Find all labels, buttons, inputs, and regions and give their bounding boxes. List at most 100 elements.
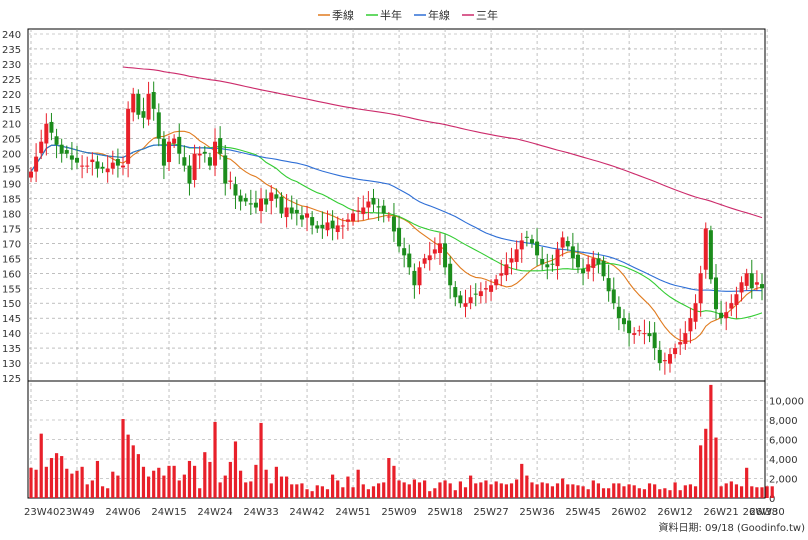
volume-bar <box>325 489 330 498</box>
ma-year-line <box>30 144 763 292</box>
candle-body <box>504 264 509 276</box>
volume-bar <box>433 488 437 498</box>
candle-body <box>422 258 427 264</box>
x-tick-label: 24W33 <box>243 507 278 518</box>
volume-bar <box>213 421 217 498</box>
candle-body <box>662 360 667 362</box>
price-tick-label: 240 <box>2 30 21 41</box>
volume-bar <box>765 486 769 498</box>
candle-body <box>673 348 678 355</box>
volume-bar <box>366 489 370 498</box>
volume-bar <box>453 490 457 498</box>
volume-bar <box>65 468 69 498</box>
candle-body <box>545 264 550 268</box>
candle-body <box>44 123 49 144</box>
volume-bar <box>274 466 278 498</box>
candle-body <box>34 156 39 172</box>
candle-body <box>80 165 85 167</box>
candle-body <box>678 342 683 345</box>
volume-bar <box>192 465 197 498</box>
x-tick-label: 25W36 <box>519 507 554 518</box>
legend-label-0: 季線 <box>332 8 354 22</box>
candle-body <box>412 270 417 286</box>
candle-body <box>279 196 284 214</box>
volume-bar <box>341 487 345 498</box>
candle-body <box>407 253 412 268</box>
volume-bar <box>622 486 626 498</box>
candle-body <box>621 318 626 325</box>
volume-bar <box>167 465 171 498</box>
volume-bar <box>504 484 509 498</box>
candle-body <box>642 333 647 335</box>
price-tick-label: 230 <box>2 60 21 71</box>
candle-body <box>305 213 310 218</box>
candle-body <box>371 197 376 205</box>
candle-body <box>330 220 335 229</box>
candle-body <box>432 249 437 254</box>
candle-body <box>172 138 177 144</box>
candle-body <box>100 166 105 169</box>
volume-bar <box>479 482 483 498</box>
volume-tick-label: 10,000 <box>769 397 804 408</box>
candle-body <box>192 153 197 180</box>
volume-bar <box>336 480 340 498</box>
volume-bar <box>172 465 176 498</box>
candle-body <box>223 155 228 184</box>
candle-body <box>616 306 621 319</box>
x-axis: 23W40 23W49 24W06 24W15 24W24 24W33 24W42 24W51… <box>24 507 785 518</box>
candle-body <box>560 237 565 248</box>
volume-bar <box>29 467 33 498</box>
candle-body <box>151 92 156 109</box>
candle-body <box>509 258 514 263</box>
volume-bar <box>739 486 744 498</box>
volume-bar <box>233 441 238 498</box>
candle-body <box>637 330 642 332</box>
x-tick-label: 25W18 <box>427 507 462 518</box>
volume-bar <box>402 482 406 498</box>
candle-body <box>688 318 693 332</box>
legend: 季線 半年 年線 三年 <box>318 8 498 22</box>
volume-bar <box>484 480 488 498</box>
candle-body <box>397 227 402 247</box>
candle-body <box>335 225 340 233</box>
volume-bar <box>607 488 611 498</box>
price-tick-label: 185 <box>2 195 21 206</box>
candle-body <box>95 161 100 169</box>
candle-body <box>233 184 238 196</box>
x-tick-label: 24W24 <box>197 507 232 518</box>
volume-bar <box>463 487 468 498</box>
price-tick-label: 205 <box>2 135 21 146</box>
candle-body <box>519 240 524 250</box>
x-tick-label: 24W42 <box>289 507 324 518</box>
volume-bar <box>412 479 416 498</box>
candle-body <box>156 112 161 139</box>
volume-bar <box>106 488 110 498</box>
volume-bar <box>141 466 146 498</box>
volume-bar <box>637 488 641 498</box>
volume-bar <box>525 475 529 498</box>
candle-body <box>494 279 499 286</box>
candle-body <box>228 180 233 182</box>
candle-body <box>627 320 632 334</box>
candle-body <box>529 239 534 244</box>
candle-body <box>575 254 580 268</box>
candle-body <box>115 159 120 166</box>
candle-body <box>310 217 315 226</box>
volume-bar <box>438 482 442 498</box>
volume-bar <box>49 458 54 498</box>
candle-body <box>177 136 182 154</box>
volume-bar <box>586 489 590 498</box>
candle-body <box>550 263 555 265</box>
moving-average-lines <box>30 66 763 342</box>
volume-bar <box>152 470 156 498</box>
candle-body <box>248 203 253 205</box>
candle-body <box>713 277 718 310</box>
price-tick-label: 200 <box>2 150 21 161</box>
volume-bar <box>95 460 100 498</box>
volume-bar <box>85 484 89 498</box>
volume-bar <box>571 484 575 498</box>
volume-bar <box>116 475 120 498</box>
candle-body <box>754 282 759 285</box>
volume-bar <box>162 475 166 498</box>
candle-body <box>381 205 386 214</box>
